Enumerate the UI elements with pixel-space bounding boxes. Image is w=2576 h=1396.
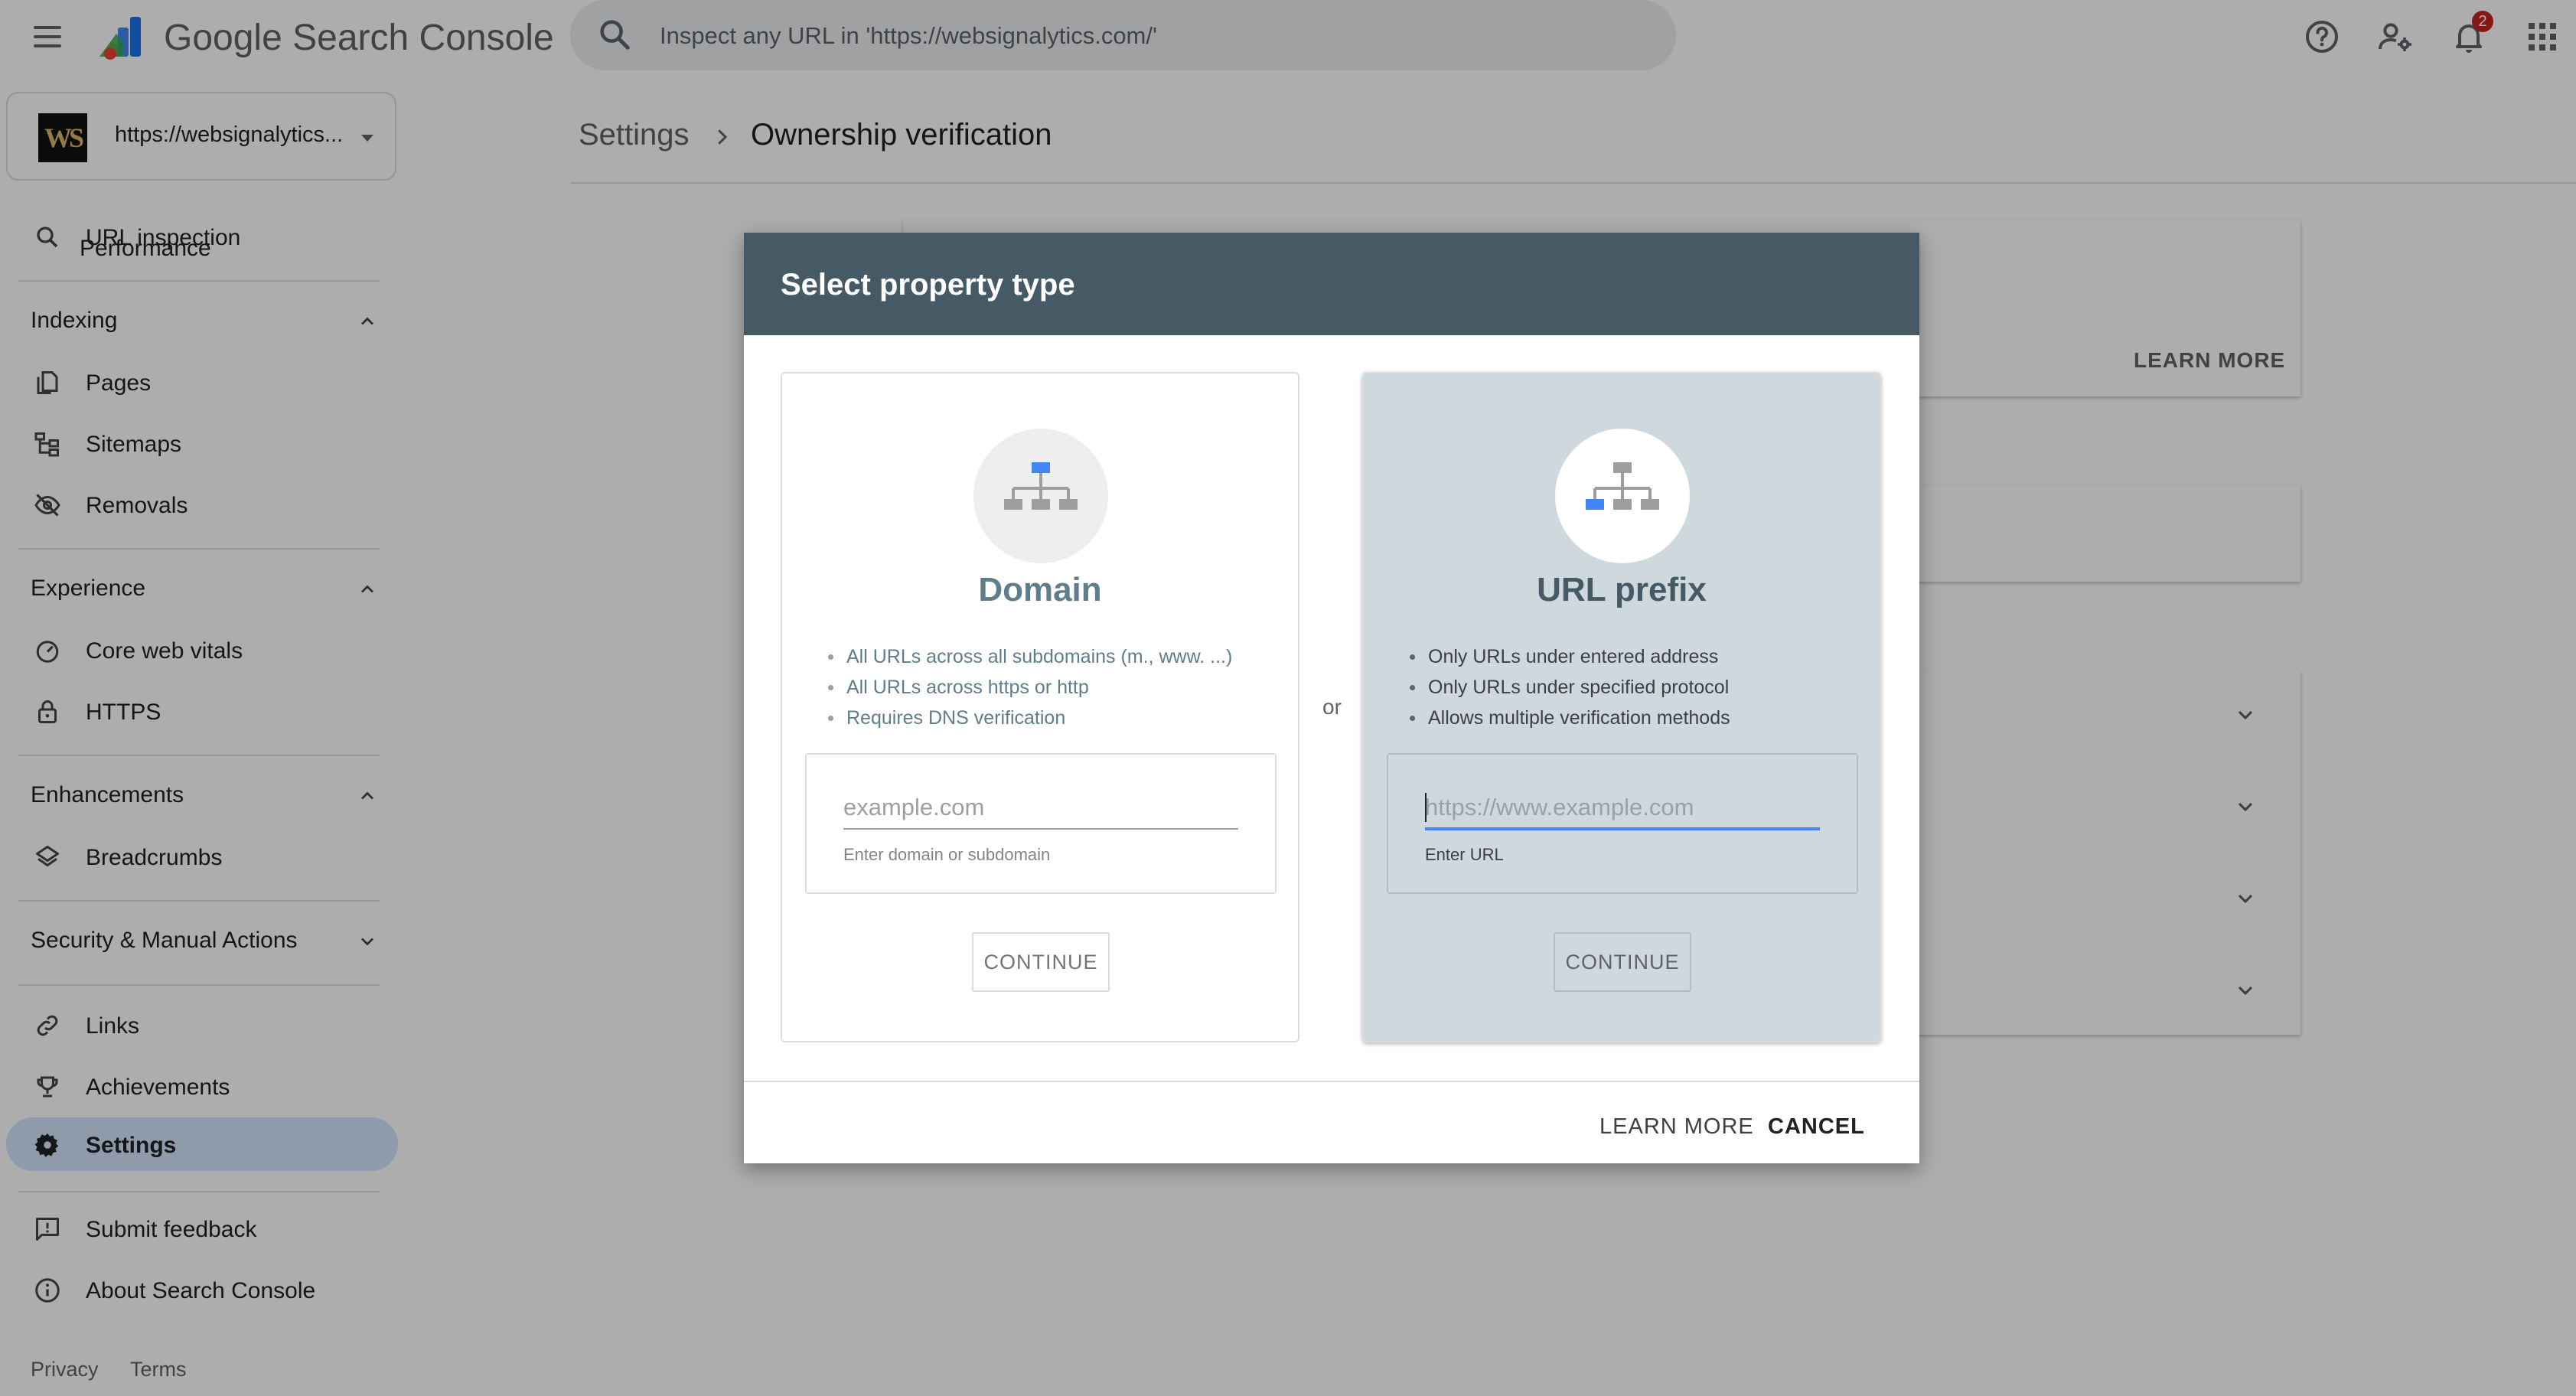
input-underline [843, 828, 1238, 830]
url-prefix-feature-list: Only URLs under entered address Only URL… [1405, 641, 1730, 733]
url-prefix-field-box: Enter URL [1387, 753, 1858, 894]
or-separator: or [1322, 695, 1342, 719]
select-property-type-dialog: Select property type Domain All URLs acr… [744, 233, 1919, 1163]
sitemap-icon [1586, 462, 1659, 510]
domain-helper-text: Enter domain or subdomain [843, 845, 1051, 864]
domain-input[interactable] [843, 788, 1238, 827]
domain-field-box: Enter domain or subdomain [805, 753, 1277, 894]
domain-option-card[interactable]: Domain All URLs across all subdomains (m… [781, 372, 1299, 1042]
text-cursor [1425, 793, 1427, 822]
url-prefix-icon-circle [1555, 429, 1690, 563]
dialog-footer-divider [744, 1081, 1919, 1082]
feature-item: Allows multiple verification methods [1410, 703, 1730, 733]
input-underline-focused [1425, 827, 1820, 830]
url-prefix-input[interactable] [1425, 788, 1820, 827]
feature-item: Only URLs under specified protocol [1410, 672, 1730, 703]
cancel-button[interactable]: CANCEL [1754, 1104, 1879, 1150]
url-prefix-option-card[interactable]: URL prefix Only URLs under entered addre… [1362, 372, 1881, 1042]
learn-more-button[interactable]: LEARN MORE [1586, 1104, 1768, 1150]
feature-item: All URLs across https or http [828, 672, 1232, 703]
dialog-title: Select property type [781, 268, 1075, 302]
url-prefix-continue-button[interactable]: CONTINUE [1554, 932, 1691, 992]
dialog-header: Select property type [744, 233, 1919, 335]
sitemap-icon [1004, 462, 1078, 510]
feature-item: Only URLs under entered address [1410, 641, 1730, 672]
search-console-app: Google Search Console 2 [0, 0, 2576, 1396]
url-prefix-title: URL prefix [1537, 571, 1707, 608]
domain-continue-button[interactable]: CONTINUE [972, 932, 1110, 992]
feature-item: Requires DNS verification [828, 703, 1232, 733]
url-prefix-helper-text: Enter URL [1425, 845, 1504, 864]
domain-feature-list: All URLs across all subdomains (m., www.… [823, 641, 1232, 733]
domain-title: Domain [978, 571, 1102, 608]
domain-icon-circle [973, 429, 1108, 563]
feature-item: All URLs across all subdomains (m., www.… [828, 641, 1232, 672]
